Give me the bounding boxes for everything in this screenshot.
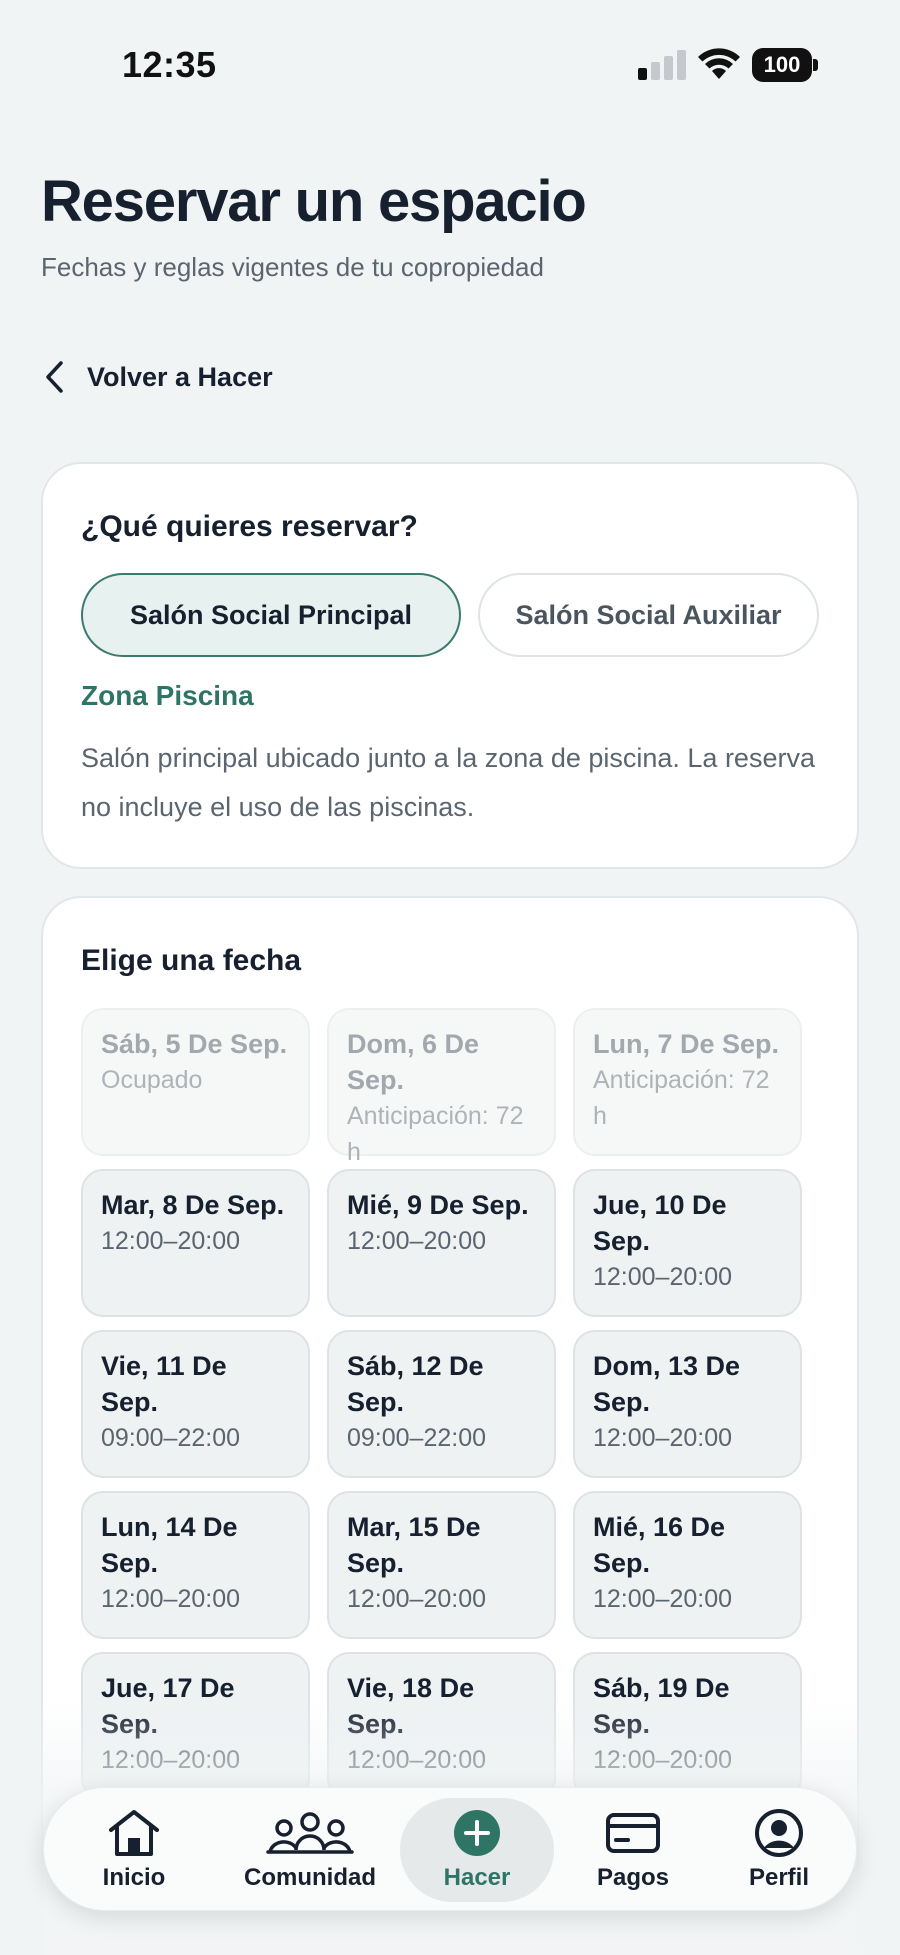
date-tile-day: Jue, 10 De Sep. bbox=[593, 1190, 727, 1256]
tab-pagos[interactable]: Pagos bbox=[578, 1788, 688, 1912]
date-tile[interactable]: Jue, 17 De Sep. 12:00–20:00 bbox=[81, 1652, 310, 1800]
date-tile[interactable]: Vie, 18 De Sep. 12:00–20:00 bbox=[327, 1652, 556, 1800]
date-tile-day: Mar, 15 De Sep. bbox=[347, 1512, 481, 1578]
page-subtitle: Fechas y reglas vigentes de tu copropied… bbox=[41, 252, 544, 282]
wifi-icon bbox=[698, 48, 740, 79]
tab-perfil-label: Perfil bbox=[748, 1864, 810, 1891]
tab-hacer-label: Hacer bbox=[443, 1864, 511, 1891]
date-tile-day: Mar, 8 De Sep. bbox=[101, 1190, 285, 1220]
date-tile[interactable]: Lun, 14 De Sep. 12:00–20:00 bbox=[81, 1491, 310, 1639]
date-tile-day: Dom, 6 De Sep. bbox=[347, 1029, 480, 1095]
date-tile-info: 12:00–20:00 bbox=[593, 1746, 733, 1774]
date-tile: Dom, 6 De Sep. Anticipación: 72 h bbox=[327, 1008, 556, 1166]
tab-hacer[interactable]: Hacer bbox=[400, 1788, 554, 1912]
date-tile-info: 09:00–22:00 bbox=[347, 1424, 487, 1452]
date-tile-info: 12:00–20:00 bbox=[101, 1227, 241, 1255]
space-description: Salón principal ubicado junto a la zona … bbox=[81, 743, 815, 822]
date-tile[interactable]: Mié, 16 De Sep. 12:00–20:00 bbox=[573, 1491, 802, 1639]
date-tile-day: Dom, 13 De Sep. bbox=[593, 1351, 741, 1417]
back-button-label: Volver a Hacer bbox=[87, 361, 273, 392]
date-tile-day: Sáb, 19 De Sep. bbox=[593, 1673, 730, 1739]
home-icon bbox=[109, 1810, 159, 1856]
date-tile-day: Vie, 18 De Sep. bbox=[347, 1673, 475, 1739]
space-selection-card: ¿Qué quieres reservar? Salón Social Prin… bbox=[41, 462, 859, 869]
date-tile-info: Ocupado bbox=[101, 1066, 203, 1094]
space-card-title: ¿Qué quieres reservar? bbox=[81, 510, 418, 543]
date-tile[interactable]: Sáb, 12 De Sep. 09:00–22:00 bbox=[327, 1330, 556, 1478]
tab-inicio[interactable]: Inicio bbox=[84, 1788, 184, 1912]
space-option-salon-principal[interactable]: Salón Social Principal bbox=[81, 573, 461, 657]
date-tile: Sáb, 5 De Sep. Ocupado bbox=[81, 1008, 310, 1156]
plus-circle-icon bbox=[454, 1810, 500, 1856]
date-tile[interactable]: Mar, 15 De Sep. 12:00–20:00 bbox=[327, 1491, 556, 1639]
space-option-salon-auxiliar[interactable]: Salón Social Auxiliar bbox=[478, 573, 819, 657]
tab-perfil[interactable]: Perfil bbox=[724, 1788, 834, 1912]
date-tile: Lun, 7 De Sep. Anticipación: 72 h bbox=[573, 1008, 802, 1156]
date-tile-day: Lun, 7 De Sep. bbox=[593, 1029, 780, 1059]
cellular-signal-icon bbox=[638, 50, 686, 80]
date-tile-info: Anticipación: 72 h bbox=[347, 1102, 524, 1166]
date-tile[interactable]: Sáb, 19 De Sep. 12:00–20:00 bbox=[573, 1652, 802, 1800]
community-icon bbox=[266, 1812, 354, 1854]
profile-icon bbox=[755, 1809, 803, 1857]
tab-comunidad[interactable]: Comunidad bbox=[230, 1788, 390, 1912]
date-tile-info: 12:00–20:00 bbox=[593, 1263, 733, 1291]
tab-inicio-label: Inicio bbox=[102, 1864, 166, 1891]
status-bar: 12:35 100 bbox=[0, 0, 900, 120]
battery-level: 100 bbox=[752, 48, 812, 82]
battery-icon: 100 bbox=[752, 48, 818, 82]
back-button[interactable]: Volver a Hacer bbox=[41, 355, 273, 399]
date-tile-day: Vie, 11 De Sep. bbox=[101, 1351, 227, 1417]
space-zone-label: Zona Piscina bbox=[81, 680, 254, 711]
date-tile[interactable]: Jue, 10 De Sep. 12:00–20:00 bbox=[573, 1169, 802, 1317]
tab-pagos-label: Pagos bbox=[596, 1864, 670, 1891]
date-tile[interactable]: Dom, 13 De Sep. 12:00–20:00 bbox=[573, 1330, 802, 1478]
date-tile-day: Sáb, 12 De Sep. bbox=[347, 1351, 484, 1417]
date-tile[interactable]: Mar, 8 De Sep. 12:00–20:00 bbox=[81, 1169, 310, 1317]
date-tile-info: 12:00–20:00 bbox=[101, 1585, 241, 1613]
tab-bar: Inicio Comunidad Hacer Pagos Perfil bbox=[43, 1787, 857, 1911]
date-tile-info: 12:00–20:00 bbox=[347, 1746, 487, 1774]
chevron-left-icon bbox=[46, 361, 63, 393]
date-tile-info: 12:00–20:00 bbox=[593, 1424, 733, 1452]
date-tile-info: 12:00–20:00 bbox=[593, 1585, 733, 1613]
date-tile-day: Lun, 14 De Sep. bbox=[101, 1512, 238, 1578]
date-tile-day: Mié, 16 De Sep. bbox=[593, 1512, 726, 1578]
date-tile-info: 09:00–22:00 bbox=[101, 1424, 241, 1452]
date-tile-info: Anticipación: 72 h bbox=[593, 1066, 770, 1130]
page-title: Reservar un espacio bbox=[41, 169, 587, 234]
date-tile-day: Jue, 17 De Sep. bbox=[101, 1673, 235, 1739]
date-tile-info: 12:00–20:00 bbox=[101, 1746, 241, 1774]
date-tile-info: 12:00–20:00 bbox=[347, 1585, 487, 1613]
status-time: 12:35 bbox=[122, 44, 217, 85]
date-tile-day: Mié, 9 De Sep. bbox=[347, 1190, 529, 1220]
date-tile[interactable]: Mié, 9 De Sep. 12:00–20:00 bbox=[327, 1169, 556, 1317]
date-tile[interactable]: Vie, 11 De Sep. 09:00–22:00 bbox=[81, 1330, 310, 1478]
date-card-title: Elige una fecha bbox=[81, 944, 302, 977]
tab-comunidad-label: Comunidad bbox=[244, 1864, 376, 1891]
date-tile-day: Sáb, 5 De Sep. bbox=[101, 1029, 288, 1059]
date-tile-info: 12:00–20:00 bbox=[347, 1227, 487, 1255]
card-icon bbox=[606, 1813, 660, 1853]
